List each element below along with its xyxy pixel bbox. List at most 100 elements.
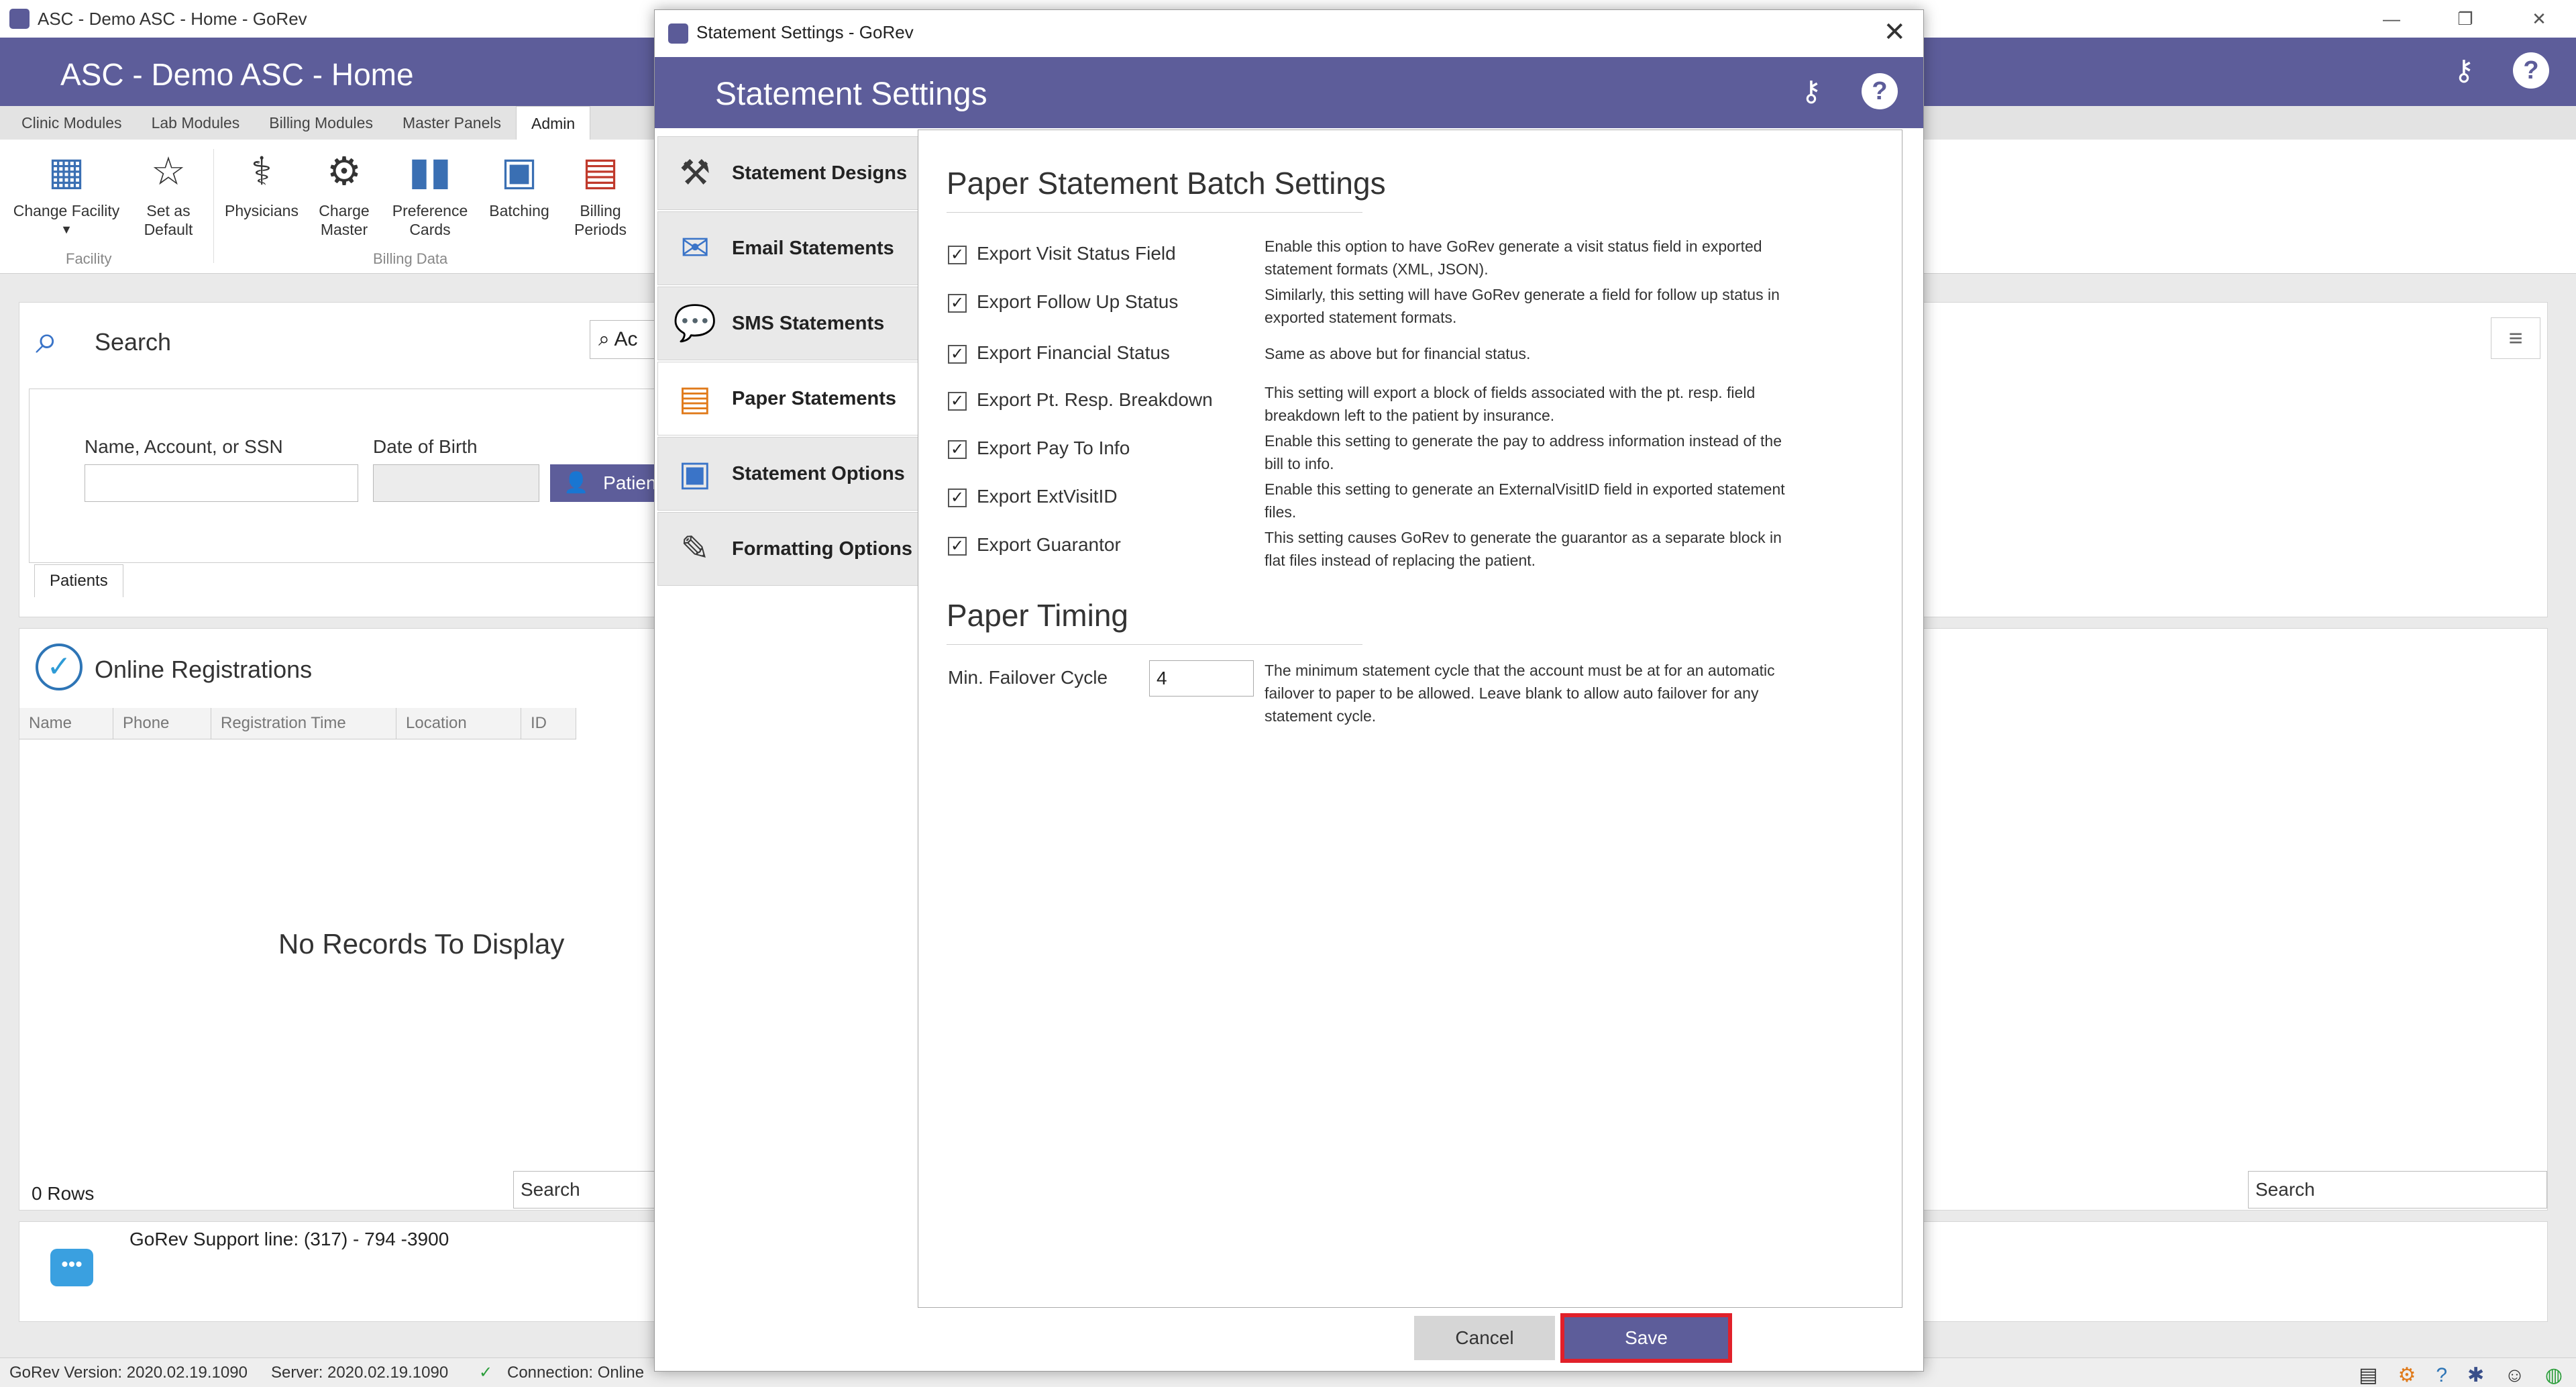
help-tray-icon[interactable]: ? — [2436, 1361, 2447, 1387]
section-divider — [947, 644, 1362, 645]
globe-icon[interactable]: ◍ — [2545, 1361, 2563, 1387]
nav-formatting-options[interactable]: ✎ Formatting Options — [657, 512, 919, 586]
keys-icon[interactable]: ⚷ — [1793, 73, 1829, 109]
col-registration-time[interactable]: Registration Time — [211, 708, 396, 739]
nav-statement-options[interactable]: ▣ Statement Options — [657, 437, 919, 511]
dob-input[interactable] — [373, 464, 539, 502]
paper-statements-pane: Paper Statement Batch Settings ✓ Export … — [918, 130, 1902, 1308]
min-failover-cycle-input[interactable]: 4 — [1149, 660, 1254, 697]
tab-billing-modules[interactable]: Billing Modules — [254, 106, 388, 140]
window-controls: — ❐ ✕ — [2355, 0, 2576, 38]
search-form: Name, Account, or SSN Date of Birth 👤 Pa… — [29, 389, 674, 563]
batching-button[interactable]: ▣ Batching — [479, 148, 559, 220]
chevron-down-icon: ▼ — [60, 223, 72, 236]
close-window-button[interactable]: ✕ — [2502, 0, 2576, 38]
keys-icon[interactable]: ⚷ — [2446, 52, 2482, 89]
cards-icon: ▮▮ — [409, 150, 451, 193]
connection-text: Connection: Online — [507, 1364, 645, 1382]
settings-icon[interactable]: ⚙ — [2398, 1361, 2416, 1387]
export-guarantor-checkbox[interactable]: ✓ — [948, 537, 967, 556]
cancel-button[interactable]: Cancel — [1414, 1316, 1555, 1360]
dob-label: Date of Birth — [373, 436, 478, 457]
menu-icon[interactable]: ≡ — [2491, 317, 2540, 359]
no-records-message: No Records To Display — [278, 928, 565, 960]
batch-settings-title: Paper Statement Batch Settings — [947, 166, 1386, 201]
nav-email-statements[interactable]: ✉ Email Statements — [657, 211, 919, 285]
statement-settings-dialog: Statement Settings - GoRev ✕ Statement S… — [654, 9, 1924, 1372]
building-icon: ▦ — [48, 150, 85, 193]
tab-admin[interactable]: Admin — [515, 106, 591, 140]
export-pt-resp-breakdown-checkbox[interactable]: ✓ — [948, 392, 967, 411]
help-icon[interactable]: ? — [2513, 52, 2549, 89]
chat-icon: ••• — [50, 1249, 93, 1286]
export-follow-up-status-checkbox[interactable]: ✓ — [948, 294, 967, 313]
save-button[interactable]: Save — [1560, 1313, 1732, 1363]
dialog-header: Statement Settings ⚷ ? — [655, 57, 1923, 128]
ruler-pencil-icon: ✎ — [680, 529, 710, 568]
name-account-ssn-input[interactable] — [85, 464, 358, 502]
col-id[interactable]: ID — [521, 708, 576, 739]
preference-cards-button[interactable]: ▮▮ Preference Cards — [386, 148, 474, 239]
calendar-clock-icon: ▤ — [582, 150, 619, 193]
registrations-search-input[interactable]: Search — [513, 1171, 661, 1209]
online-registrations-title: Online Registrations — [95, 656, 313, 683]
server-text: Server: 2020.02.19.1090 — [271, 1364, 449, 1382]
col-name[interactable]: Name — [19, 708, 113, 739]
export-extvisitid-checkbox[interactable]: ✓ — [948, 489, 967, 507]
change-facility-button[interactable]: ▦ Change Facility ▼ — [9, 148, 123, 239]
name-account-ssn-label: Name, Account, or SSN — [85, 436, 283, 457]
chat-bubble-icon: 💬 — [673, 304, 717, 343]
tab-master-panels[interactable]: Master Panels — [388, 106, 516, 140]
dialog-titlebar: Statement Settings - GoRev ✕ — [655, 10, 1923, 57]
status-tray: ▤ ⚙ ? ✱ ☺ ◍ — [2359, 1361, 2563, 1387]
stethoscope-icon: ⚕ — [251, 150, 272, 193]
billing-data-group-label: Billing Data — [373, 250, 448, 267]
envelope-icon: ✉ — [680, 229, 710, 268]
charge-master-button[interactable]: ⚙ Charge Master — [307, 148, 381, 239]
section-divider — [947, 212, 1362, 213]
paper-timing-title: Paper Timing — [947, 598, 1129, 633]
tools-icon: ⚒ — [679, 154, 711, 193]
export-financial-status-checkbox[interactable]: ✓ — [948, 345, 967, 364]
page-title: ASC - Demo ASC - Home — [60, 57, 414, 92]
restore-button[interactable]: ❐ — [2428, 0, 2502, 38]
minimize-button[interactable]: — — [2355, 0, 2428, 38]
notes-icon[interactable]: ▤ — [2359, 1361, 2377, 1387]
right-search-input[interactable]: Search — [2248, 1171, 2547, 1209]
folder-plus-icon: ▣ — [500, 150, 538, 193]
user-icon[interactable]: ☺ — [2504, 1361, 2525, 1387]
tab-lab-modules[interactable]: Lab Modules — [137, 106, 255, 140]
settings-nav: ⚒ Statement Designs ✉ Email Statements 💬… — [657, 136, 919, 587]
billing-periods-button[interactable]: ▤ Billing Periods — [564, 148, 637, 239]
star-icon: ☆ — [151, 150, 186, 193]
checkmark-circle-icon: ✓ — [36, 644, 83, 690]
app-window-title: ASC - Demo ASC - Home - GoRev — [38, 8, 307, 29]
nav-paper-statements[interactable]: ▤ Paper Statements — [657, 362, 919, 435]
tab-patients[interactable]: Patients — [34, 564, 123, 597]
physicians-button[interactable]: ⚕ Physicians — [221, 148, 302, 220]
help-icon[interactable]: ? — [1862, 73, 1898, 109]
nav-statement-designs[interactable]: ⚒ Statement Designs — [657, 136, 919, 210]
support-line-text: GoRev Support line: (317) - 794 -3900 — [129, 1229, 449, 1249]
facility-group-label: Facility — [66, 250, 112, 267]
document-icon: ▤ — [678, 379, 712, 418]
search-panel-title: Search — [95, 328, 172, 356]
row-count: 0 Rows — [32, 1183, 95, 1204]
nav-sms-statements[interactable]: 💬 SMS Statements — [657, 287, 919, 360]
version-text: GoRev Version: 2020.02.19.1090 — [9, 1364, 248, 1382]
set-as-default-button[interactable]: ☆ Set as Default — [131, 148, 205, 239]
close-icon[interactable]: ✕ — [1883, 17, 1906, 48]
min-failover-cycle-label: Min. Failover Cycle — [948, 667, 1108, 688]
col-phone[interactable]: Phone — [113, 708, 211, 739]
export-pay-to-info-checkbox[interactable]: ✓ — [948, 440, 967, 459]
export-visit-status-checkbox[interactable]: ✓ — [948, 246, 967, 264]
connection-check-icon: ✓ — [479, 1364, 493, 1382]
person-icon: 👤 — [564, 472, 589, 494]
dialog-window-title: Statement Settings - GoRev — [696, 22, 914, 42]
col-location[interactable]: Location — [396, 708, 521, 739]
magnifier-icon: ⌕ — [36, 317, 58, 362]
tab-clinic-modules[interactable]: Clinic Modules — [7, 106, 137, 140]
search-icon: ⌕ — [598, 328, 610, 350]
bug-icon[interactable]: ✱ — [2467, 1361, 2484, 1387]
gorev-logo-icon — [668, 23, 688, 44]
